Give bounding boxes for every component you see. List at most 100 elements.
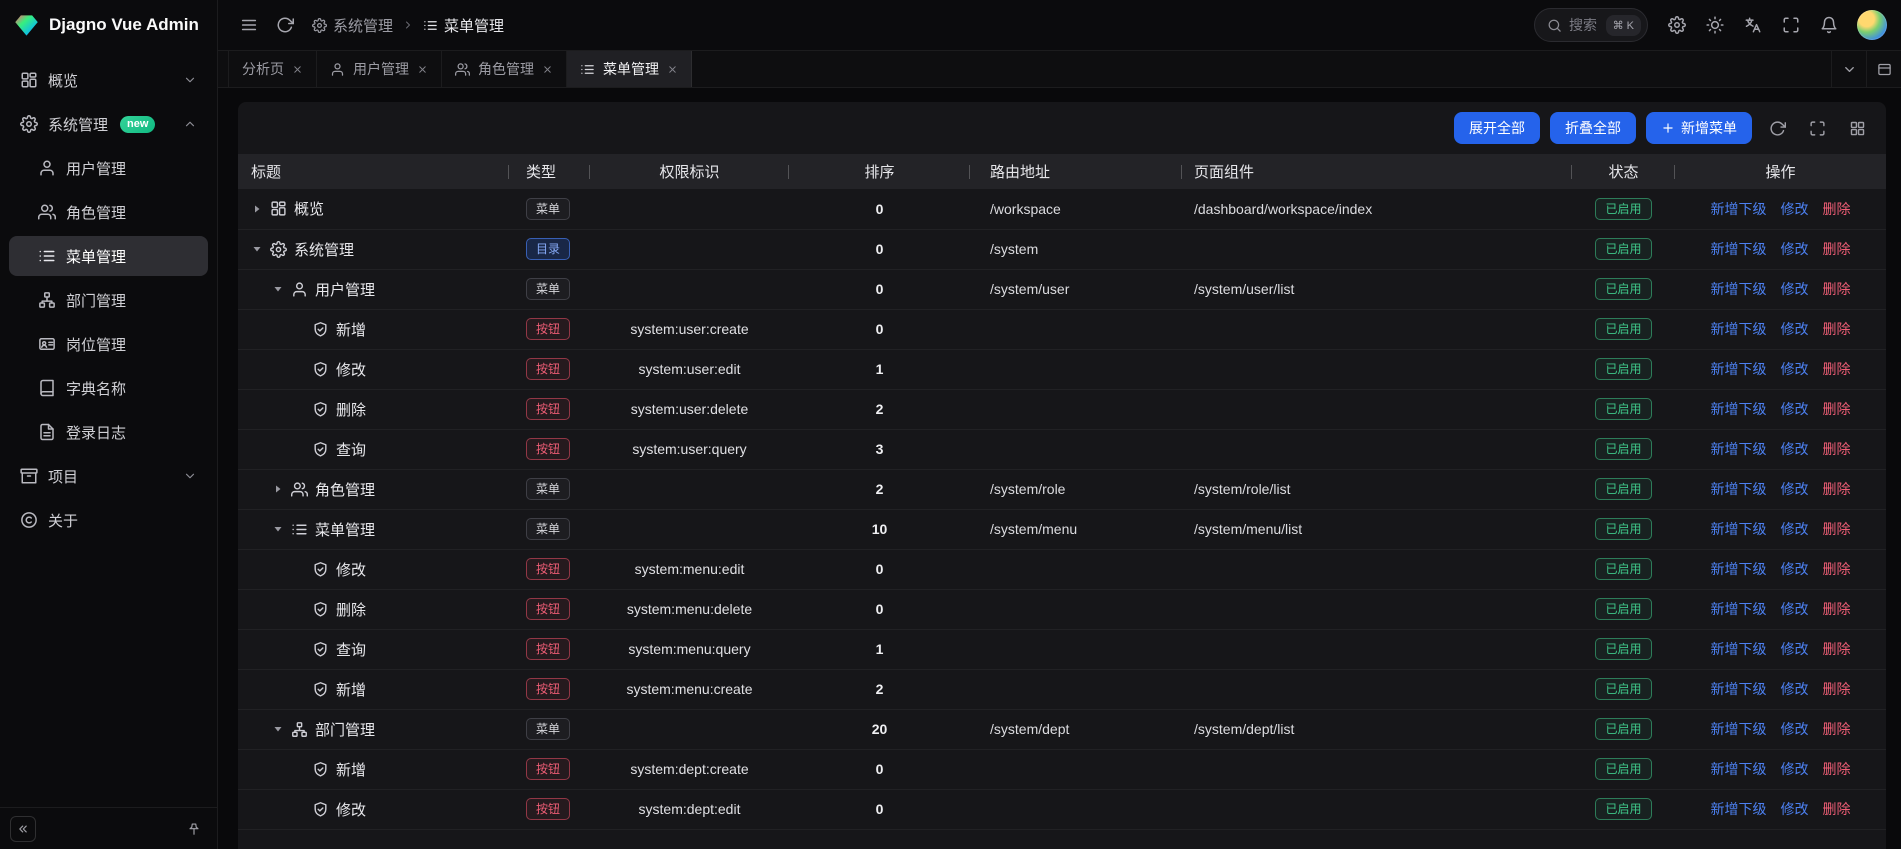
action-edit-link[interactable]: 修改 — [1781, 321, 1809, 337]
action-add-child-link[interactable]: 新增下级 — [1711, 681, 1767, 697]
action-delete-link[interactable]: 删除 — [1823, 321, 1851, 337]
tab-menu-management[interactable]: 菜单管理 — [567, 51, 692, 87]
action-delete-link[interactable]: 删除 — [1823, 521, 1851, 537]
sort-value: 0 — [789, 789, 970, 829]
sidebar-item-system[interactable]: 系统管理new — [9, 104, 208, 144]
tree-collapse-icon[interactable] — [272, 723, 284, 735]
add-menu-button[interactable]: 新增菜单 — [1646, 112, 1752, 144]
action-add-child-link[interactable]: 新增下级 — [1711, 601, 1767, 617]
sidebar-item-overview[interactable]: 概览 — [9, 60, 208, 100]
action-add-child-link[interactable]: 新增下级 — [1711, 401, 1767, 417]
action-delete-link[interactable]: 删除 — [1823, 721, 1851, 737]
sidebar-pin-button[interactable] — [181, 816, 207, 842]
sidebar-item-dept-management[interactable]: 部门管理 — [9, 280, 208, 320]
sidebar-item-about[interactable]: 关于 — [9, 500, 208, 540]
action-edit-link[interactable]: 修改 — [1781, 721, 1809, 737]
search-input[interactable]: 搜索 ⌘ K — [1534, 8, 1648, 42]
tab-close-icon[interactable] — [667, 64, 678, 75]
action-delete-link[interactable]: 删除 — [1823, 281, 1851, 297]
tab-analysis[interactable]: 分析页 — [228, 51, 317, 87]
action-add-child-link[interactable]: 新增下级 — [1711, 321, 1767, 337]
action-add-child-link[interactable]: 新增下级 — [1711, 441, 1767, 457]
tree-expand-icon[interactable] — [251, 203, 263, 215]
tree-collapse-icon[interactable] — [272, 283, 284, 295]
action-add-child-link[interactable]: 新增下级 — [1711, 281, 1767, 297]
sidebar-item-login-log[interactable]: 登录日志 — [9, 412, 208, 452]
action-add-child-link[interactable]: 新增下级 — [1711, 721, 1767, 737]
sidebar-item-user-management[interactable]: 用户管理 — [9, 148, 208, 188]
breadcrumb-item-menu[interactable]: 菜单管理 — [423, 15, 504, 36]
action-add-child-link[interactable]: 新增下级 — [1711, 481, 1767, 497]
page-refresh-button[interactable] — [268, 8, 302, 42]
action-delete-link[interactable]: 删除 — [1823, 401, 1851, 417]
action-edit-link[interactable]: 修改 — [1781, 521, 1809, 537]
type-badge: 按钮 — [526, 398, 570, 420]
tree-expand-icon[interactable] — [272, 483, 284, 495]
action-delete-link[interactable]: 删除 — [1823, 241, 1851, 257]
sidebar-collapse-button[interactable] — [10, 816, 36, 842]
action-add-child-link[interactable]: 新增下级 — [1711, 361, 1767, 377]
action-add-child-link[interactable]: 新增下级 — [1711, 761, 1767, 777]
fullscreen-button[interactable] — [1774, 8, 1808, 42]
action-delete-link[interactable]: 删除 — [1823, 641, 1851, 657]
language-button[interactable] — [1736, 8, 1770, 42]
sidebar-item-post-management[interactable]: 岗位管理 — [9, 324, 208, 364]
app-logo[interactable]: Djagno Vue Admin — [0, 0, 217, 50]
breadcrumb-item-system[interactable]: 系统管理 — [312, 15, 393, 36]
action-delete-link[interactable]: 删除 — [1823, 361, 1851, 377]
action-add-child-link[interactable]: 新增下级 — [1711, 521, 1767, 537]
action-edit-link[interactable]: 修改 — [1781, 561, 1809, 577]
table-refresh-button[interactable] — [1762, 113, 1792, 143]
table-columns-button[interactable] — [1842, 113, 1872, 143]
action-add-child-link[interactable]: 新增下级 — [1711, 201, 1767, 217]
action-delete-link[interactable]: 删除 — [1823, 681, 1851, 697]
action-edit-link[interactable]: 修改 — [1781, 801, 1809, 817]
notifications-button[interactable] — [1812, 8, 1846, 42]
action-add-child-link[interactable]: 新增下级 — [1711, 561, 1767, 577]
settings-button[interactable] — [1660, 8, 1694, 42]
tabs-dropdown-button[interactable] — [1831, 51, 1866, 87]
tree-collapse-icon[interactable] — [251, 243, 263, 255]
status-badge: 已启用 — [1595, 278, 1651, 300]
user-avatar[interactable] — [1857, 10, 1887, 40]
action-add-child-link[interactable]: 新增下级 — [1711, 241, 1767, 257]
action-delete-link[interactable]: 删除 — [1823, 441, 1851, 457]
action-delete-link[interactable]: 删除 — [1823, 801, 1851, 817]
tab-close-icon[interactable] — [417, 64, 428, 75]
expand-all-button[interactable]: 展开全部 — [1454, 112, 1540, 144]
action-edit-link[interactable]: 修改 — [1781, 361, 1809, 377]
action-edit-link[interactable]: 修改 — [1781, 241, 1809, 257]
action-delete-link[interactable]: 删除 — [1823, 481, 1851, 497]
sidebar-item-role-management[interactable]: 角色管理 — [9, 192, 208, 232]
action-edit-link[interactable]: 修改 — [1781, 441, 1809, 457]
sidebar-toggle-button[interactable] — [232, 8, 266, 42]
action-delete-link[interactable]: 删除 — [1823, 201, 1851, 217]
collapse-all-button[interactable]: 折叠全部 — [1550, 112, 1636, 144]
action-edit-link[interactable]: 修改 — [1781, 641, 1809, 657]
table-fullscreen-button[interactable] — [1802, 113, 1832, 143]
action-delete-link[interactable]: 删除 — [1823, 761, 1851, 777]
action-edit-link[interactable]: 修改 — [1781, 761, 1809, 777]
sidebar-item-menu-management[interactable]: 菜单管理 — [9, 236, 208, 276]
tabs-list: 分析页用户管理角色管理菜单管理 — [218, 51, 1831, 87]
action-delete-link[interactable]: 删除 — [1823, 561, 1851, 577]
action-edit-link[interactable]: 修改 — [1781, 601, 1809, 617]
tab-close-icon[interactable] — [292, 64, 303, 75]
action-edit-link[interactable]: 修改 — [1781, 201, 1809, 217]
component-path: /system/role/list — [1182, 469, 1572, 509]
theme-toggle-button[interactable] — [1698, 8, 1732, 42]
sidebar-item-project[interactable]: 项目 — [9, 456, 208, 496]
sidebar-item-dict-management[interactable]: 字典名称 — [9, 368, 208, 408]
action-delete-link[interactable]: 删除 — [1823, 601, 1851, 617]
tabs-layout-button[interactable] — [1866, 51, 1901, 87]
action-add-child-link[interactable]: 新增下级 — [1711, 641, 1767, 657]
action-add-child-link[interactable]: 新增下级 — [1711, 801, 1767, 817]
tab-close-icon[interactable] — [542, 64, 553, 75]
action-edit-link[interactable]: 修改 — [1781, 481, 1809, 497]
action-edit-link[interactable]: 修改 — [1781, 681, 1809, 697]
tree-collapse-icon[interactable] — [272, 523, 284, 535]
action-edit-link[interactable]: 修改 — [1781, 281, 1809, 297]
tab-role-management[interactable]: 角色管理 — [442, 51, 567, 87]
action-edit-link[interactable]: 修改 — [1781, 401, 1809, 417]
tab-user-management[interactable]: 用户管理 — [317, 51, 442, 87]
